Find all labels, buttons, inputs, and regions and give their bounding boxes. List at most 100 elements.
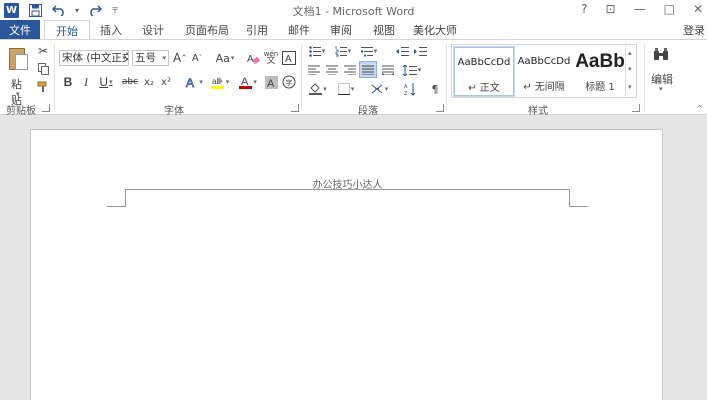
maximize-icon[interactable]: □ xyxy=(664,2,675,16)
paste-dropdown-icon[interactable]: ▾ xyxy=(16,90,20,98)
align-left-icon[interactable] xyxy=(306,63,322,77)
tab-review[interactable]: 审阅 xyxy=(326,20,356,39)
document-page[interactable]: 办公技巧小达人 xyxy=(30,129,663,400)
strikethrough-button[interactable]: abc xyxy=(121,74,139,90)
cut-icon[interactable]: ✂ xyxy=(36,44,50,58)
help-icon[interactable]: ? xyxy=(581,2,587,16)
subscript-button[interactable]: x₂ xyxy=(141,74,157,90)
svg-text:A: A xyxy=(285,54,292,65)
group-divider xyxy=(644,44,645,110)
bullets-button[interactable] xyxy=(306,44,328,58)
styles-gallery: AaBbCcDd ↵ 正文 AaBbCcDd ↵ 无间隔 AaBb 标题 1 ▴… xyxy=(451,44,637,98)
sign-in-link[interactable]: 登录 xyxy=(683,22,705,38)
tab-design[interactable]: 设计 xyxy=(136,20,170,39)
sort-icon[interactable]: AZ xyxy=(402,82,418,96)
gallery-scrollbar: ▴ ▾ ▾ xyxy=(625,45,636,97)
style-no-spacing[interactable]: AaBbCcDd ↵ 无间隔 xyxy=(514,47,574,96)
tab-home[interactable]: 开始 xyxy=(44,20,90,40)
header-underline xyxy=(125,189,570,190)
ribbon-tabs: 文件 开始 插入 设计 页面布局 引用 邮件 审阅 视图 美化大师 登录 xyxy=(0,20,707,40)
tab-file[interactable]: 文件 xyxy=(0,20,40,39)
align-right-icon[interactable] xyxy=(342,63,358,77)
margin-mark-right xyxy=(569,189,570,206)
scroll-down-icon[interactable]: ▾ xyxy=(628,65,632,73)
svg-text:字: 字 xyxy=(286,78,293,87)
group-divider xyxy=(301,44,302,110)
align-center-icon[interactable] xyxy=(324,63,340,77)
svg-text:Z: Z xyxy=(404,91,408,96)
chevron-down-icon: ▾ xyxy=(162,54,166,62)
format-painter-icon[interactable] xyxy=(36,80,50,94)
font-color-button[interactable]: A xyxy=(236,74,260,90)
style-name: ↵ 正文 xyxy=(468,83,500,94)
minimize-icon[interactable]: — xyxy=(634,2,646,16)
clear-formatting-icon[interactable]: A xyxy=(246,50,260,66)
tab-references[interactable]: 引用 xyxy=(242,20,272,39)
show-marks-icon[interactable]: ¶ xyxy=(428,82,442,96)
editing-dropdown-icon[interactable]: ▾ xyxy=(659,85,663,93)
chinese-layout-button[interactable] xyxy=(367,82,391,96)
chevron-down-icon: ▾ xyxy=(122,54,126,62)
shrink-font-icon[interactable]: Aˇ xyxy=(190,50,204,66)
borders-button[interactable] xyxy=(334,82,358,96)
margin-mark-right xyxy=(569,206,588,207)
shrink-font-glyph: A xyxy=(191,52,199,64)
ribbon-display-icon[interactable]: ⊡ xyxy=(606,2,616,16)
style-sample: AaBbCcDd xyxy=(517,56,571,67)
paragraph-launcher-icon[interactable] xyxy=(436,104,444,112)
svg-text:A: A xyxy=(267,78,275,89)
close-icon[interactable]: ✕ xyxy=(693,2,703,16)
tab-insert[interactable]: 插入 xyxy=(92,20,130,39)
numbering-button[interactable] xyxy=(332,44,354,58)
title-bar: W ▾ 〒 文档1 - Microsoft Word ? ⊡ — □ ✕ xyxy=(0,0,707,20)
group-divider xyxy=(446,44,447,110)
character-shading-icon[interactable]: A xyxy=(264,74,278,90)
italic-button[interactable]: I xyxy=(79,74,93,90)
style-heading-1[interactable]: AaBb 标题 1 xyxy=(574,47,626,96)
distributed-icon[interactable] xyxy=(380,63,396,77)
justify-icon[interactable] xyxy=(359,61,377,78)
line-spacing-button[interactable] xyxy=(400,63,424,77)
text-effects-button[interactable]: A xyxy=(182,74,206,90)
tab-page-layout[interactable]: 页面布局 xyxy=(178,20,236,39)
increase-indent-icon[interactable] xyxy=(412,44,428,58)
styles-launcher-icon[interactable] xyxy=(632,104,640,112)
binoculars-icon[interactable] xyxy=(652,46,670,64)
document-canvas: 办公技巧小达人 xyxy=(0,115,707,400)
gallery-more-icon[interactable]: ▾ xyxy=(628,83,632,91)
font-size-select[interactable]: 五号 ▾ xyxy=(132,50,169,66)
style-sample: AaBb xyxy=(575,51,625,72)
tab-view[interactable]: 视图 xyxy=(369,20,399,39)
change-case-glyph: Aa xyxy=(215,51,230,65)
grow-font-glyph: A xyxy=(172,51,182,65)
font-launcher-icon[interactable] xyxy=(291,104,299,112)
enclose-characters-icon[interactable]: 字 xyxy=(282,74,296,90)
character-border-icon[interactable]: A xyxy=(282,50,296,66)
underline-button[interactable]: U xyxy=(96,74,116,90)
scroll-up-icon[interactable]: ▴ xyxy=(628,49,632,57)
highlight-color-button[interactable]: ab xyxy=(208,74,232,90)
ribbon: 粘贴 ▾ ✂ 剪贴板 宋体 (中文正文 ▾ 五号 ▾ A^ Aˇ Aa A wé… xyxy=(0,39,707,117)
paste-button[interactable]: 粘贴 ▾ xyxy=(4,44,32,107)
svg-text:A: A xyxy=(186,76,194,89)
bold-button[interactable]: B xyxy=(61,74,75,90)
change-case-button[interactable]: Aa xyxy=(212,50,238,66)
decrease-indent-icon[interactable] xyxy=(394,44,410,58)
font-name-value: 宋体 (中文正文 xyxy=(62,52,129,64)
superscript-button[interactable]: x² xyxy=(158,74,174,90)
style-normal[interactable]: AaBbCcDd ↵ 正文 xyxy=(453,46,515,97)
shading-button[interactable] xyxy=(306,82,330,96)
phonetic-guide-icon[interactable]: wén 文 xyxy=(264,50,278,66)
copy-icon[interactable] xyxy=(36,62,50,76)
grow-font-icon[interactable]: A ^ xyxy=(173,50,187,66)
clipboard-launcher-icon[interactable] xyxy=(42,104,50,112)
margin-mark-left xyxy=(125,189,126,206)
window-controls: ? ⊡ — □ ✕ xyxy=(581,2,703,16)
multilevel-list-button[interactable] xyxy=(358,44,380,58)
style-name: ↵ 无间隔 xyxy=(523,82,565,93)
tab-mailings[interactable]: 邮件 xyxy=(284,20,314,39)
collapse-ribbon-icon[interactable]: ^ xyxy=(696,104,703,113)
tab-beautify[interactable]: 美化大师 xyxy=(411,20,459,39)
style-name: 标题 1 xyxy=(585,82,615,93)
font-name-select[interactable]: 宋体 (中文正文 ▾ xyxy=(59,50,129,66)
